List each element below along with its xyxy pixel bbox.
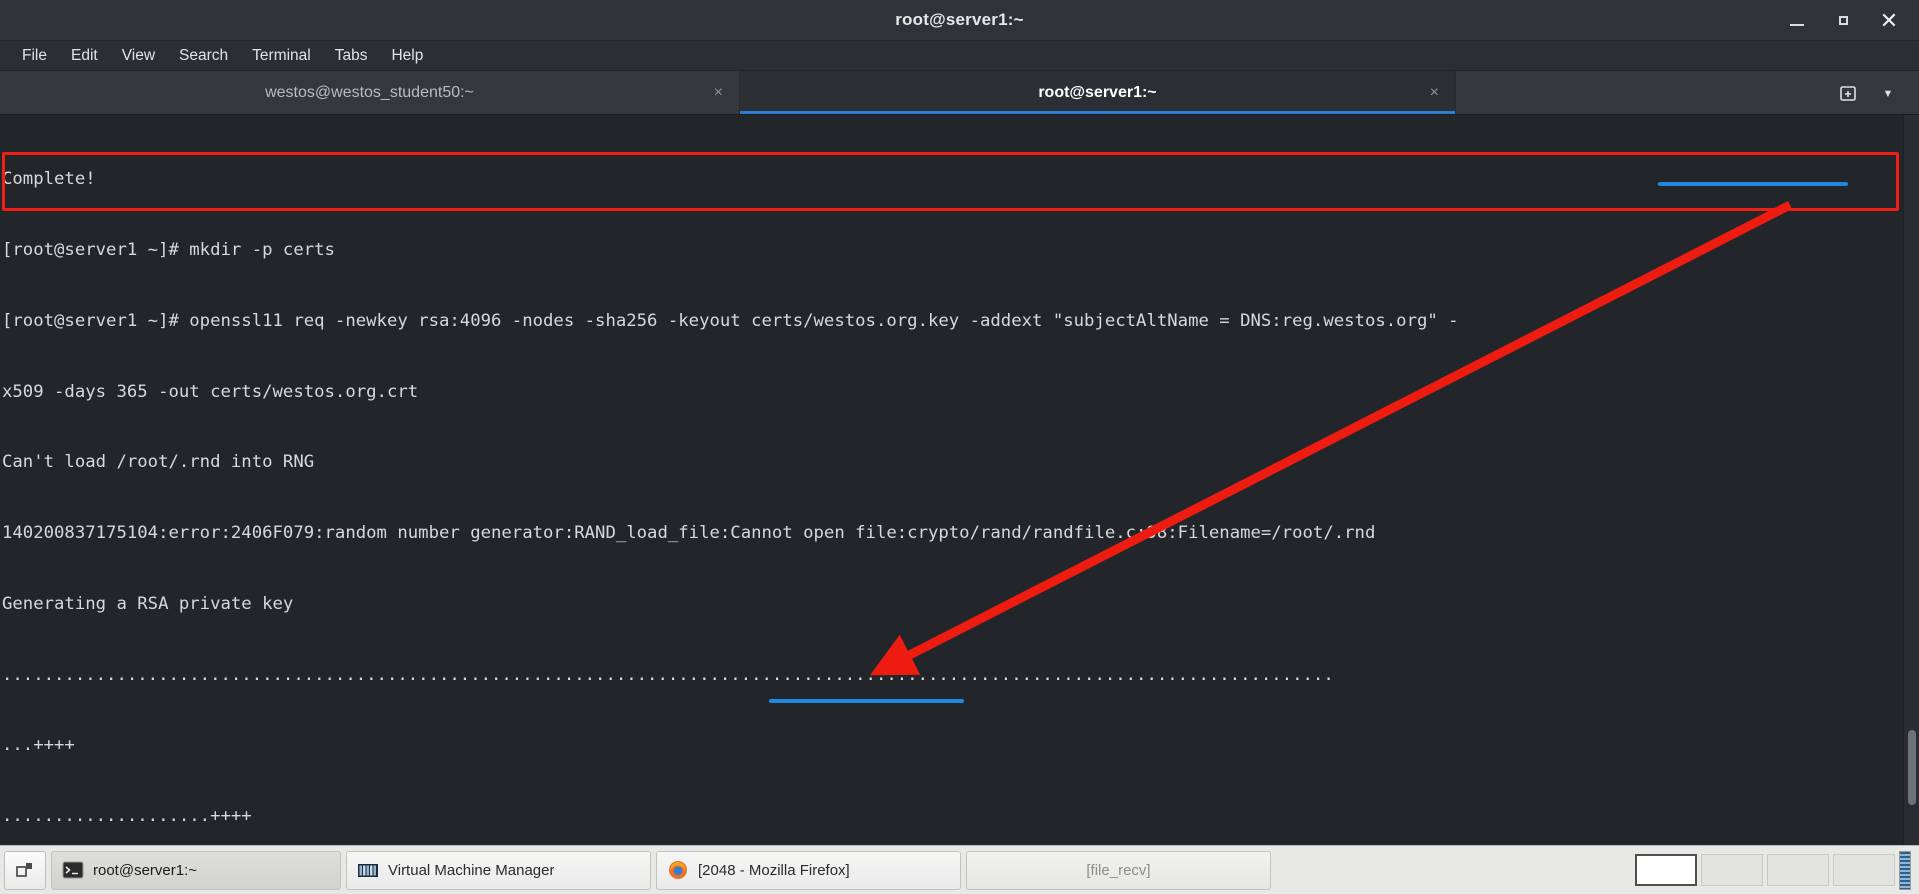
taskbar-item-firefox[interactable]: [2048 - Mozilla Firefox] (656, 850, 961, 890)
window-title: root@server1:~ (895, 10, 1024, 29)
minimize-icon (1790, 23, 1804, 26)
window-controls: ✕ (1775, 0, 1911, 41)
terminal-line: [root@server1 ~]# mkdir -p certs (2, 239, 335, 260)
new-tab-icon (1840, 85, 1856, 101)
menu-item-tabs[interactable]: Tabs (323, 44, 380, 68)
taskbar-item-vmm[interactable]: Virtual Machine Manager (346, 850, 651, 890)
terminal-output[interactable]: Complete! [root@server1 ~]# mkdir -p cer… (0, 115, 1919, 845)
taskbar-item-label: Virtual Machine Manager (388, 861, 555, 879)
workspace-1[interactable] (1635, 854, 1697, 886)
terminal-line: Complete! (2, 169, 96, 190)
taskbar-item-file-recv[interactable]: [file_recv] (966, 850, 1271, 890)
menu-item-file[interactable]: File (10, 44, 59, 68)
menu-item-help[interactable]: Help (379, 44, 435, 68)
new-tab-button[interactable] (1829, 71, 1867, 115)
menu-item-view[interactable]: View (110, 44, 167, 68)
tray-indicator-icon (1899, 850, 1911, 890)
terminal-scrollbar[interactable] (1903, 115, 1919, 845)
tab-close-icon[interactable]: × (714, 84, 723, 101)
terminal-line: Can't load /root/.rnd into RNG (2, 452, 315, 473)
tab-westos-student50[interactable]: westos@westos_student50:~ × (0, 71, 740, 114)
tab-close-icon[interactable]: × (1430, 84, 1439, 101)
vmm-icon (358, 864, 378, 877)
terminal-line: Generating a RSA private key (2, 593, 294, 614)
terminal-viewport[interactable]: Complete! [root@server1 ~]# mkdir -p cer… (0, 115, 1919, 845)
tab-label: westos@westos_student50:~ (265, 83, 474, 101)
show-desktop-icon (16, 863, 32, 877)
maximize-button[interactable] (1821, 0, 1865, 41)
menu-item-terminal[interactable]: Terminal (240, 44, 323, 68)
tabbar-actions: ▾ (1817, 71, 1919, 114)
taskbar-item-label: [file_recv] (1086, 861, 1151, 879)
terminal-line: ........................................… (2, 664, 1334, 685)
terminal-line: [root@server1 ~]# openssl11 req -newkey … (2, 310, 1459, 331)
maximize-icon (1838, 16, 1848, 25)
terminal-window: root@server1:~ ✕ File Edit View Search T… (0, 0, 1919, 845)
tab-label: root@server1:~ (1038, 83, 1157, 101)
terminal-line: x509 -days 365 -out certs/westos.org.crt (2, 381, 419, 402)
terminal-line: ...++++ (2, 735, 75, 756)
firefox-icon (669, 861, 687, 879)
taskbar-item-label: root@server1:~ (93, 861, 198, 879)
terminal-icon (62, 861, 84, 879)
minimize-button[interactable] (1775, 0, 1819, 41)
taskbar: root@server1:~ Virtual Machine Manager [… (0, 845, 1919, 894)
menubar: File Edit View Search Terminal Tabs Help (0, 41, 1919, 71)
tab-list-button[interactable]: ▾ (1869, 71, 1907, 115)
close-icon: ✕ (1879, 7, 1899, 33)
tab-root-server1[interactable]: root@server1:~ × (740, 71, 1456, 114)
menu-item-search[interactable]: Search (167, 44, 240, 68)
taskbar-item-terminal[interactable]: root@server1:~ (51, 850, 341, 890)
menu-item-edit[interactable]: Edit (59, 44, 110, 68)
window-titlebar: root@server1:~ ✕ (0, 0, 1919, 41)
terminal-scrollbar-thumb[interactable] (1908, 730, 1916, 805)
terminal-line: ....................++++ (2, 806, 252, 827)
workspace-3[interactable] (1767, 854, 1829, 886)
workspace-2[interactable] (1701, 854, 1763, 886)
show-desktop-button[interactable] (4, 850, 46, 890)
workspace-4[interactable] (1833, 854, 1895, 886)
close-button[interactable]: ✕ (1867, 0, 1911, 41)
tabbar: westos@westos_student50:~ × root@server1… (0, 71, 1919, 115)
taskbar-item-label: [2048 - Mozilla Firefox] (698, 861, 850, 879)
workspace-switcher (1635, 850, 1915, 890)
terminal-line: 140200837175104:error:2406F079:random nu… (2, 523, 1376, 544)
